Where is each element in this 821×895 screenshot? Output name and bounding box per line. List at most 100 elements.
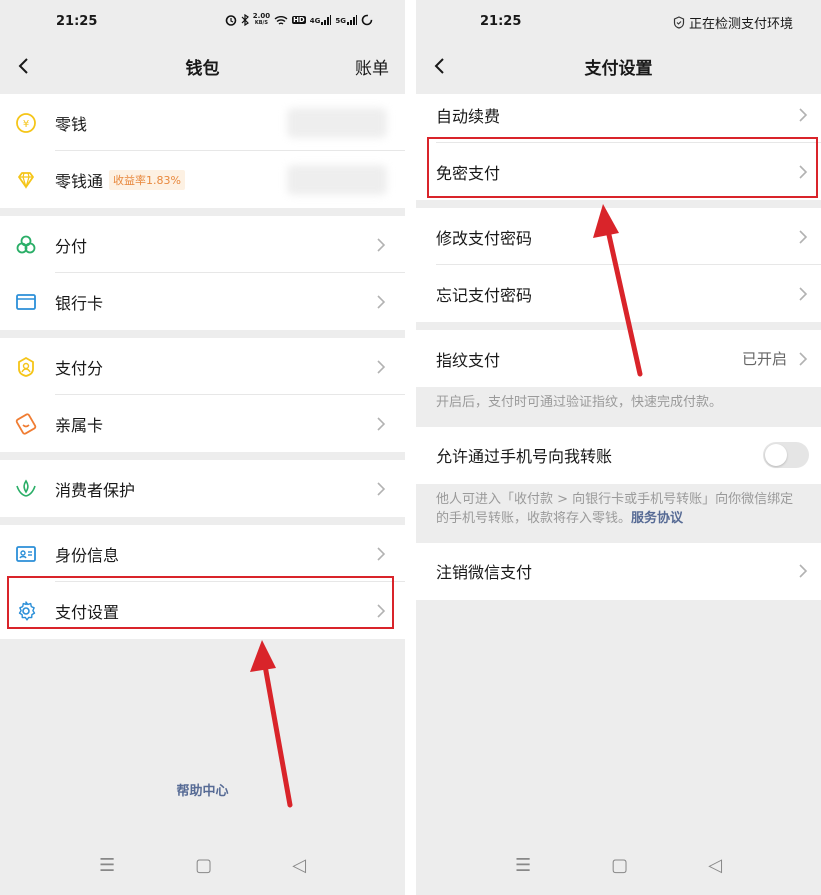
chevron-right-icon (377, 416, 386, 431)
gear-icon (14, 599, 38, 623)
battery-icon (361, 14, 373, 26)
wallet-item-identity[interactable]: 身份信息 (0, 525, 405, 582)
wallet-item-family-card[interactable]: 亲属卡 (0, 395, 405, 452)
balance-blurred (287, 164, 387, 195)
chevron-right-icon (377, 546, 386, 561)
yield-badge: 收益率1.83% (109, 169, 185, 190)
settings-item-fingerprint[interactable]: 指纹支付 已开启 (416, 330, 821, 387)
chevron-right-icon (377, 481, 386, 496)
wallet-item-fenfu[interactable]: 分付 (0, 216, 405, 273)
system-nav-bar: ☰ ▢ ◁ (0, 835, 405, 895)
chevron-right-icon (377, 294, 386, 309)
chevron-right-icon (799, 286, 808, 301)
settings-group-renew: 自动续费 免密支付 (416, 86, 821, 200)
help-center-link[interactable]: 帮助中心 (0, 780, 405, 799)
settings-item-forgot-password[interactable]: 忘记支付密码 (416, 265, 821, 322)
chevron-right-icon (799, 351, 808, 366)
phone-transfer-description: 他人可进入「收付款 > 向银行卡或手机号转账」向你微信绑定的手机号转账，收款将存… (436, 491, 794, 527)
phone-transfer-toggle[interactable] (763, 442, 809, 468)
home-icon[interactable]: ▢ (195, 855, 212, 876)
fingerprint-status: 已开启 (741, 350, 787, 368)
status-bar: 21:25 2.00 KB/S HD 4G 5G (0, 0, 405, 40)
page-title: 支付设置 (584, 59, 653, 79)
wallet-item-label: 身份信息 (55, 545, 120, 565)
wallet-item-label: 支付分 (55, 358, 104, 378)
wallet-item-pay-score[interactable]: 支付分 (0, 338, 405, 395)
settings-item-label: 忘记支付密码 (436, 285, 533, 305)
settings-item-label: 允许通过手机号向我转账 (436, 447, 613, 466)
shield-hands-icon (14, 477, 38, 501)
fingerprint-description: 开启后，支付时可通过验证指纹，快速完成付款。 (436, 395, 723, 410)
wallet-group-balance: ¥ 零钱 零钱通 收益率1.83% (0, 94, 405, 208)
settings-item-label: 免密支付 (436, 163, 501, 183)
env-check-text: 正在检测支付环境 (688, 17, 793, 32)
chevron-right-icon (799, 564, 808, 578)
wallet-item-consumer-protection[interactable]: 消费者保护 (0, 460, 405, 517)
settings-item-auto-renew[interactable]: 自动续费 (416, 86, 821, 143)
alarm-icon (225, 15, 237, 26)
back-triangle-icon[interactable]: ◁ (292, 855, 306, 876)
wallet-group-settings: 身份信息 支付设置 (0, 525, 405, 639)
net-speed: 2.00 KB/S (252, 12, 271, 27)
status-bar: 21:25 正在检测支付环境 (416, 0, 821, 40)
settings-item-deregister[interactable]: 注销微信支付 (416, 543, 821, 600)
back-triangle-icon[interactable]: ◁ (708, 855, 722, 876)
settings-item-label: 注销微信支付 (436, 563, 533, 582)
settings-group-deregister: 注销微信支付 (416, 542, 821, 600)
status-time: 21:25 (480, 14, 522, 29)
balance-blurred (287, 107, 387, 138)
settings-item-label: 自动续费 (436, 106, 501, 126)
nav-bar: 钱包 账单 (0, 40, 405, 94)
pay-settings-screen: 21:25 正在检测支付环境 支付设置 自动续费 免密支付 修改支付密码 忘记支… (416, 0, 821, 895)
wallet-item-label: 支付设置 (55, 602, 120, 622)
signal-5g: 5G (335, 15, 357, 25)
chevron-right-icon (377, 237, 386, 252)
wallet-item-change[interactable]: ¥ 零钱 (0, 94, 405, 151)
wallet-item-lingqiantong[interactable]: 零钱通 收益率1.83% (0, 151, 405, 208)
shield-icon (673, 16, 685, 29)
hd-badge: HD (292, 16, 306, 24)
chevron-right-icon (799, 107, 808, 122)
diamond-icon (14, 168, 38, 192)
wallet-item-pay-settings[interactable]: 支付设置 (0, 582, 405, 639)
service-agreement-link[interactable]: 服务协议 (631, 511, 683, 526)
svg-text:¥: ¥ (23, 119, 29, 130)
settings-item-change-password[interactable]: 修改支付密码 (416, 208, 821, 265)
wallet-item-label: 分付 (55, 236, 88, 256)
wallet-group-protection: 消费者保护 (0, 460, 405, 517)
settings-group-password: 修改支付密码 忘记支付密码 (416, 208, 821, 322)
home-icon[interactable]: ▢ (611, 855, 628, 876)
bluetooth-icon (241, 14, 249, 26)
clover-icon (14, 233, 38, 257)
chevron-right-icon (799, 229, 808, 244)
settings-item-phone-transfer: 允许通过手机号向我转账 (416, 427, 821, 484)
settings-item-label: 修改支付密码 (436, 228, 533, 248)
settings-group-fingerprint: 指纹支付 已开启 (416, 330, 821, 387)
wallet-group-credit: 分付 银行卡 (0, 216, 405, 330)
score-badge-icon (14, 355, 38, 379)
wifi-icon (274, 15, 288, 25)
menu-icon[interactable]: ☰ (99, 855, 115, 876)
env-check-notice: 正在检测支付环境 (673, 13, 793, 32)
settings-item-label: 指纹支付 (436, 350, 501, 370)
wallet-item-label: 消费者保护 (55, 480, 136, 500)
card-icon (14, 290, 38, 314)
toggle-knob (765, 444, 787, 466)
page-title: 钱包 (185, 59, 220, 79)
settings-item-no-password-pay[interactable]: 免密支付 (416, 143, 821, 200)
wallet-item-label: 银行卡 (55, 293, 104, 313)
status-icons: 2.00 KB/S HD 4G 5G (225, 13, 373, 27)
menu-icon[interactable]: ☰ (515, 855, 531, 876)
wallet-item-label: 零钱通 (55, 171, 104, 191)
settings-group-transfer: 允许通过手机号向我转账 (416, 426, 821, 484)
wallet-screen: 21:25 2.00 KB/S HD 4G 5G 钱包 账单 ¥ 零钱 零钱通 … (0, 0, 405, 895)
system-nav-bar: ☰ ▢ ◁ (416, 835, 821, 895)
chevron-right-icon (799, 164, 808, 179)
chevron-right-icon (377, 359, 386, 374)
family-card-icon (14, 412, 38, 436)
status-time: 21:25 (56, 14, 98, 29)
signal-4g: 4G (310, 15, 332, 25)
wallet-item-bank-card[interactable]: 银行卡 (0, 273, 405, 330)
id-card-icon (14, 542, 38, 566)
bill-link[interactable]: 账单 (355, 54, 389, 79)
